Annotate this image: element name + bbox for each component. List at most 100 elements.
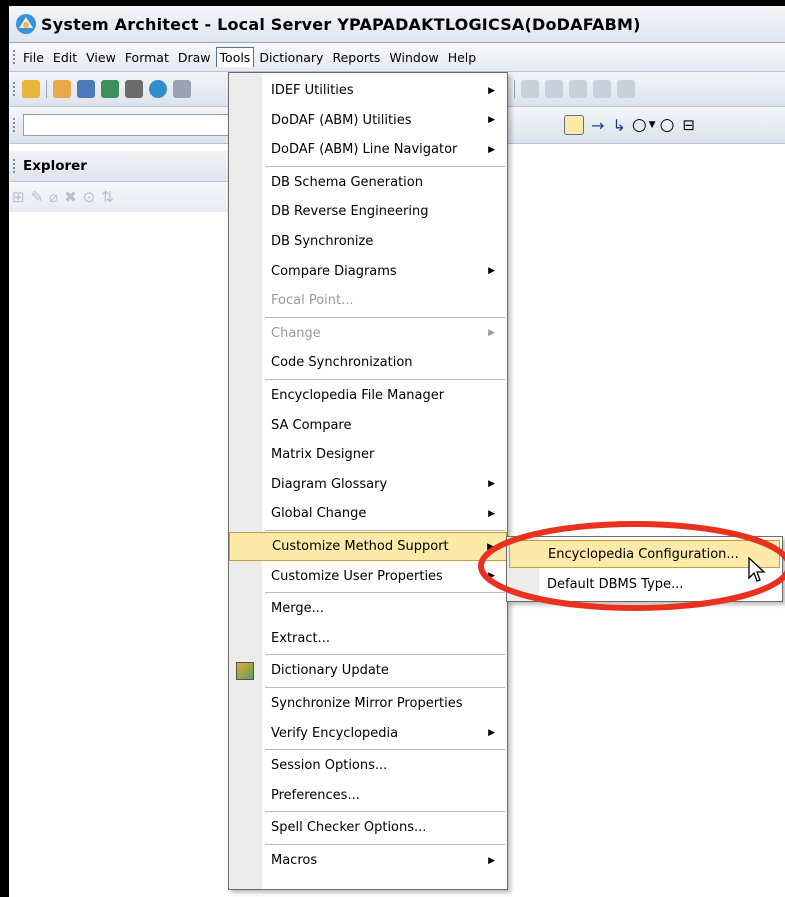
submenu-arrow-icon: ▶ — [488, 115, 495, 126]
menu-item-label: Focal Point... — [271, 293, 354, 309]
clear-icon[interactable]: ⌀ — [49, 188, 58, 206]
dictionary-update-icon — [236, 661, 254, 680]
menu-item-label: Change — [271, 325, 321, 341]
menu-item-customize-method-support[interactable]: Customize Method Support ▶ — [229, 532, 507, 561]
sort-icon[interactable]: ⇅ — [101, 188, 114, 206]
ellipse-tool-icon[interactable]: ○ — [660, 115, 675, 135]
menu-item-db-schema-generation[interactable]: DB Schema Generation — [229, 168, 507, 197]
menu-item-matrix-designer[interactable]: Matrix Designer — [229, 440, 507, 469]
chevron-down-icon[interactable]: ▼ — [649, 120, 656, 130]
add-icon[interactable]: ⊞ — [12, 188, 25, 206]
table-icon[interactable] — [77, 80, 95, 98]
menu-item-dodaf-abm-utilities[interactable]: DoDAF (ABM) Utilities ▶ — [229, 106, 507, 135]
copy-icon[interactable] — [545, 80, 563, 98]
menu-item-compare-diagrams[interactable]: Compare Diagrams ▶ — [229, 257, 507, 286]
menu-item-dodaf-abm-line-navigator[interactable]: DoDAF (ABM) Line Navigator ▶ — [229, 135, 507, 164]
menu-format[interactable]: Format — [121, 48, 173, 67]
toolbar-grip[interactable] — [12, 81, 16, 97]
menu-item-label: DoDAF (ABM) Line Navigator — [271, 142, 458, 158]
circle-tool-icon[interactable]: ○ — [632, 115, 647, 135]
menu-window[interactable]: Window — [385, 48, 442, 67]
menu-item-global-change[interactable]: Global Change ▶ — [229, 499, 507, 528]
cut-icon[interactable] — [521, 80, 539, 98]
arrow-line-icon[interactable]: → — [591, 116, 604, 135]
elbow-line-icon[interactable]: ↳ — [612, 116, 625, 135]
submenu-item-default-dbms-type[interactable]: Default DBMS Type... — [509, 570, 780, 598]
screenshot-border-left — [0, 0, 9, 897]
menu-item-code-synchronization[interactable]: Code Synchronization — [229, 348, 507, 377]
submenu-arrow-icon: ▶ — [488, 508, 495, 519]
window-title: System Architect - Local Server YPAPADAK… — [41, 14, 641, 34]
toolbar-separator — [46, 80, 47, 98]
menu-separator — [265, 592, 505, 594]
undo-icon[interactable] — [593, 80, 611, 98]
menu-separator — [265, 654, 505, 656]
app-window: System Architect - Local Server YPAPADAK… — [0, 0, 785, 897]
menu-draw[interactable]: Draw — [174, 48, 215, 67]
menu-item-diagram-glossary[interactable]: Diagram Glossary ▶ — [229, 470, 507, 499]
submenu-item-label: Default DBMS Type... — [547, 576, 684, 592]
menu-item-label: Customize User Properties — [271, 568, 443, 584]
submenu-arrow-icon: ▶ — [488, 328, 495, 339]
menu-item-label: Extract... — [271, 630, 330, 646]
submenu-item-encyclopedia-configuration[interactable]: Encyclopedia Configuration... — [509, 540, 780, 568]
toolbar-grip[interactable] — [12, 117, 16, 133]
menu-dictionary[interactable]: Dictionary — [255, 48, 327, 67]
menu-separator — [265, 530, 505, 531]
menu-item-focal-point[interactable]: Focal Point... — [229, 286, 507, 315]
menu-item-session-options[interactable]: Session Options... — [229, 751, 507, 780]
menu-item-sa-compare[interactable]: SA Compare — [229, 411, 507, 440]
menu-item-label: IDEF Utilities — [271, 83, 354, 98]
open-folder-icon[interactable] — [22, 80, 40, 98]
pointer-tool-icon[interactable] — [564, 115, 584, 135]
menu-item-db-reverse-engineering[interactable]: DB Reverse Engineering — [229, 197, 507, 226]
menu-file[interactable]: File — [19, 48, 48, 67]
menu-separator — [265, 316, 505, 318]
font-combo[interactable]: ▼ — [23, 114, 240, 136]
menu-item-merge[interactable]: Merge... — [229, 594, 507, 623]
menu-item-label: Diagram Glossary — [271, 476, 388, 492]
menu-item-label: Customize Method Support — [272, 539, 449, 554]
menu-item-idef-utilities[interactable]: IDEF Utilities ▶ — [229, 76, 507, 105]
menu-item-db-synchronize[interactable]: DB Synchronize — [229, 227, 507, 256]
menu-tools[interactable]: Tools — [215, 47, 255, 67]
delete-icon[interactable]: ✖ — [64, 188, 77, 206]
new-diagram-icon[interactable] — [53, 80, 71, 98]
menubar-grip[interactable] — [12, 49, 16, 65]
globe-icon[interactable] — [149, 80, 167, 98]
paste-icon[interactable] — [569, 80, 587, 98]
explorer-grip[interactable] — [12, 158, 16, 174]
edit-icon[interactable]: ✎ — [31, 188, 44, 206]
menu-item-label: Compare Diagrams — [271, 263, 397, 279]
menu-item-change[interactable]: Change ▶ — [229, 319, 507, 348]
rectangle-tool-icon[interactable]: ⊟ — [682, 116, 695, 134]
menu-reports[interactable]: Reports — [328, 48, 384, 67]
submenu-arrow-icon: ▶ — [488, 728, 495, 739]
menu-item-synchronize-mirror-properties[interactable]: Synchronize Mirror Properties — [229, 689, 507, 718]
refresh-icon[interactable]: ⊙ — [83, 188, 96, 206]
grid-icon[interactable] — [101, 80, 119, 98]
menu-view[interactable]: View — [82, 48, 120, 67]
menu-item-customize-user-properties[interactable]: Customize User Properties ▶ — [229, 562, 507, 591]
menu-help[interactable]: Help — [444, 48, 481, 67]
menu-item-dictionary-update[interactable]: Dictionary Update — [229, 656, 507, 685]
submenu-item-label: Encyclopedia Configuration... — [548, 546, 739, 562]
menu-item-label: Spell Checker Options... — [271, 820, 427, 836]
menu-item-macros[interactable]: Macros ▶ — [229, 846, 507, 875]
redo-icon[interactable] — [617, 80, 635, 98]
menu-edit[interactable]: Edit — [49, 48, 81, 67]
menu-item-extract[interactable]: Extract... — [229, 624, 507, 653]
menu-item-verify-encyclopedia[interactable]: Verify Encyclopedia ▶ — [229, 719, 507, 748]
customize-method-support-submenu: Encyclopedia Configuration... Default DBM… — [506, 536, 783, 602]
submenu-arrow-icon: ▶ — [488, 855, 495, 866]
database-icon[interactable] — [125, 80, 143, 98]
menu-item-spell-checker-options[interactable]: Spell Checker Options... — [229, 813, 507, 842]
menu-item-preferences[interactable]: Preferences... — [229, 781, 507, 810]
menu-separator — [265, 811, 505, 813]
menu-item-encyclopedia-file-manager[interactable]: Encyclopedia File Manager — [229, 381, 507, 410]
properties-icon[interactable] — [173, 80, 191, 98]
text-align-icon[interactable] — [540, 116, 558, 134]
submenu-arrow-icon: ▶ — [488, 85, 495, 96]
submenu-arrow-icon: ▶ — [488, 266, 495, 277]
toolbar-separator — [514, 80, 515, 98]
